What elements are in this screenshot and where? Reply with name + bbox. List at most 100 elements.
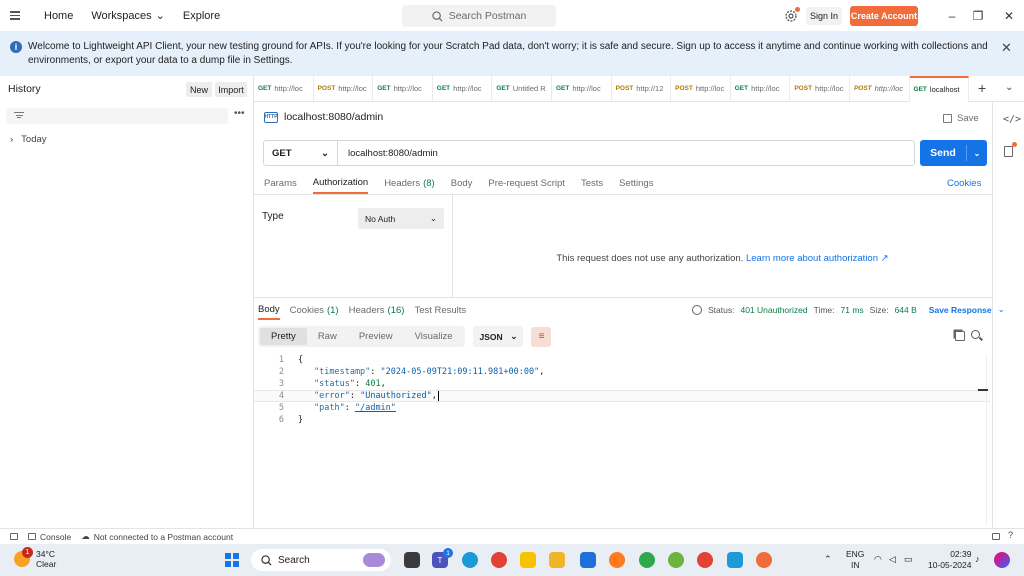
request-tab-active[interactable]: GET localhost — [909, 75, 970, 102]
request-name[interactable]: localhost:8080/admin — [284, 111, 383, 123]
globe-icon[interactable] — [692, 304, 702, 315]
tab-settings[interactable]: Settings — [619, 172, 653, 194]
format-pretty[interactable]: Pretty — [260, 328, 307, 345]
size-value[interactable]: 644 B — [895, 305, 917, 315]
format-visualize[interactable]: Visualize — [404, 328, 464, 345]
time-value[interactable]: 71 ms — [841, 305, 864, 315]
tab-prerequest[interactable]: Pre-request Script — [488, 172, 565, 194]
language-indicator[interactable]: ENG IN — [846, 549, 864, 571]
tab-headers[interactable]: Headers (8) — [384, 172, 435, 194]
tab-params[interactable]: Params — [264, 172, 297, 194]
history-sidebar: History New Import ••• › Today — [0, 76, 254, 528]
learn-more-link[interactable]: Learn more about authorization ↗ — [746, 253, 889, 264]
request-tab[interactable]: POST http://loc — [671, 75, 731, 102]
auth-message: This request does not use any authorizat… — [453, 253, 992, 264]
taskbar-search[interactable]: Search — [251, 549, 391, 571]
banner-close-icon[interactable]: ✕ — [1001, 40, 1012, 56]
edge-icon[interactable] — [462, 552, 478, 568]
menu-icon[interactable] — [10, 11, 26, 20]
weather-widget[interactable]: 1 34°C Clear — [14, 547, 56, 569]
chevron-down-icon[interactable]: ⌄ — [998, 304, 1005, 315]
close-icon[interactable]: ✕ — [1002, 9, 1016, 23]
request-tab[interactable]: POST http://12 — [612, 75, 672, 102]
search-bar[interactable]: Search Postman — [402, 5, 556, 27]
chrome-profile-icon[interactable] — [639, 552, 655, 568]
status-value[interactable]: 401 Unauthorized — [740, 305, 807, 315]
format-raw[interactable]: Raw — [307, 328, 348, 345]
request-tab[interactable]: GET http://loc — [731, 75, 791, 102]
code-snippet-icon[interactable]: </> — [1003, 114, 1021, 125]
response-tab-test-results[interactable]: Test Results — [414, 300, 466, 320]
minimize-icon[interactable]: – — [945, 9, 959, 23]
send-button[interactable]: Send ⌄ — [920, 140, 987, 166]
save-button[interactable]: Save — [943, 113, 979, 124]
spring-tool-icon[interactable] — [668, 552, 684, 568]
nav-workspaces[interactable]: Workspaces ⌄ — [91, 9, 165, 23]
history-group-today[interactable]: › Today — [10, 134, 47, 145]
file-explorer-icon[interactable] — [549, 552, 565, 568]
restore-icon[interactable]: ❐ — [971, 9, 985, 23]
notepad-icon[interactable] — [727, 552, 743, 568]
new-tab-icon[interactable]: + — [978, 80, 986, 96]
system-clock[interactable]: 02:39 10-05-2024 — [928, 549, 971, 571]
method-select[interactable]: GET ⌄ — [264, 141, 338, 165]
format-preview[interactable]: Preview — [348, 328, 404, 345]
tab-authorization[interactable]: Authorization — [312, 172, 369, 194]
request-tab[interactable]: GET http://loc — [373, 75, 433, 102]
firefox-icon[interactable] — [609, 552, 625, 568]
request-tab[interactable]: GET http://loc — [254, 75, 314, 102]
json-value[interactable]: "/admin" — [355, 403, 396, 413]
chrome-icon[interactable] — [491, 552, 507, 568]
more-options-icon[interactable]: ••• — [234, 108, 245, 119]
notification-bell-icon[interactable]: ♪ — [975, 554, 980, 564]
toggle-sidebar-icon[interactable] — [10, 533, 18, 540]
copy-icon[interactable] — [955, 331, 965, 341]
request-tab[interactable]: POST http://loc — [314, 75, 374, 102]
auth-type-select[interactable]: No Auth ⌄ — [358, 208, 444, 229]
wifi-icon[interactable]: ◠ — [874, 554, 882, 565]
language-select[interactable]: JSON ⌄ — [473, 326, 524, 347]
request-tab[interactable]: POST http://loc — [850, 75, 910, 102]
task-view-icon[interactable] — [404, 552, 420, 568]
request-tab[interactable]: GET Untitled R — [492, 75, 552, 102]
response-tab-headers[interactable]: Headers (16) — [349, 300, 405, 320]
chevron-down-icon[interactable]: ⌄ — [967, 149, 987, 158]
request-tab[interactable]: GET http://loc — [433, 75, 493, 102]
save-response-button[interactable]: Save Response — [929, 305, 992, 315]
battery-icon[interactable]: ▭ — [904, 554, 913, 565]
nav-explore[interactable]: Explore — [183, 10, 220, 22]
url-input[interactable]: localhost:8080/admin — [338, 148, 438, 159]
tab-body[interactable]: Body — [451, 172, 473, 194]
history-filter-input[interactable] — [6, 108, 228, 124]
search-icon[interactable] — [971, 330, 980, 339]
new-button[interactable]: New — [186, 82, 212, 97]
editor-scrollbar[interactable] — [986, 354, 990, 526]
response-body-editor[interactable]: 1 { 2 "timestamp": "2024-05-09T21:09:11.… — [254, 354, 990, 526]
postman-icon[interactable] — [756, 552, 772, 568]
response-tab-body[interactable]: Body — [258, 300, 280, 320]
welcome-banner: i Welcome to Lightweight API Client, you… — [0, 32, 1024, 76]
sign-in-button[interactable]: Sign In — [806, 7, 842, 25]
response-tab-cookies[interactable]: Cookies (1) — [290, 300, 339, 320]
sticky-notes-icon[interactable] — [520, 552, 536, 568]
volume-icon[interactable]: ◁ — [889, 554, 896, 565]
chrome-alt-icon[interactable] — [697, 552, 713, 568]
documentation-icon[interactable] — [1004, 146, 1013, 157]
nav-home[interactable]: Home — [44, 10, 73, 22]
create-account-button[interactable]: Create Account — [850, 6, 918, 26]
store-icon[interactable] — [580, 552, 596, 568]
request-tab[interactable]: POST http://loc — [790, 75, 850, 102]
cookies-link[interactable]: Cookies — [947, 178, 981, 189]
connection-status[interactable]: ☁ Not connected to a Postman account — [81, 531, 233, 542]
tab-overflow-icon[interactable]: ⌄ — [1005, 82, 1013, 93]
tab-tests[interactable]: Tests — [581, 172, 603, 194]
wrap-lines-icon[interactable]: ≡ — [531, 326, 552, 347]
windows-start-icon[interactable] — [225, 553, 239, 567]
tray-chevron-up-icon[interactable]: ⌃ — [824, 554, 832, 565]
request-tab[interactable]: GET http://loc — [552, 75, 612, 102]
help-icon[interactable]: ? — [1008, 530, 1013, 540]
copilot-icon[interactable] — [994, 552, 1010, 568]
import-button[interactable]: Import — [215, 82, 247, 97]
layout-icon[interactable] — [992, 533, 1000, 540]
console-button[interactable]: Console — [28, 532, 71, 542]
